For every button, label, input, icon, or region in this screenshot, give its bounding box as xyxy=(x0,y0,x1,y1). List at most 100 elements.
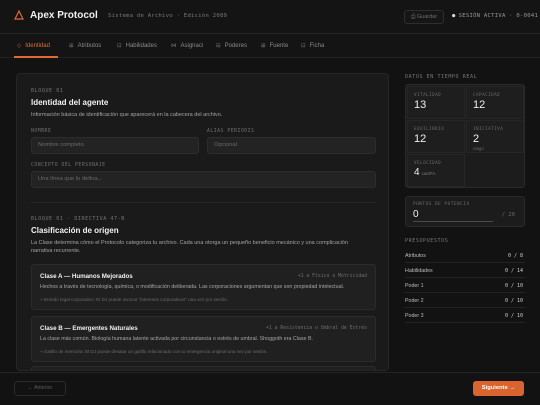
tab-identidad[interactable]: ◇ Identidad xyxy=(17,38,50,62)
section-label: BLOQUE 01 · DIRECTIVA 47-B xyxy=(31,216,125,222)
stat-value: 4 cas/FA xyxy=(414,167,436,178)
tab-label: Identidad xyxy=(25,43,50,49)
class-description: La clase más común. Biología humana late… xyxy=(40,336,313,342)
class-description: Hechos a través de tecnología, química, … xyxy=(40,284,345,290)
tab-habilidades[interactable]: ⊡ Habilidades xyxy=(117,38,157,62)
footer-bar: ← Anterior Siguiente → xyxy=(0,372,540,405)
budget-name: Habilidades xyxy=(405,268,433,274)
section-divider xyxy=(31,202,376,203)
stat-note: rango xyxy=(473,146,484,151)
identity-icon: ◇ xyxy=(17,43,22,49)
class-bonus: +1 a Físico o Motricidad xyxy=(297,274,367,279)
tab-asignaci[interactable]: ⋈ Asignaci xyxy=(171,38,203,62)
class-bonus: +1 a Resistencia o Umbral de Estrés xyxy=(265,326,367,331)
stat-label: EQUILIBRIO xyxy=(414,126,445,131)
potencia-value: 0 xyxy=(413,209,419,220)
tab-poderes[interactable]: ⊟ Poderes xyxy=(216,38,247,62)
section-title: Identidad del agente xyxy=(31,98,109,107)
class-option-card[interactable]: Clase A — Humanos Mejorados +1 a Físico … xyxy=(31,264,376,310)
alias-input[interactable]: Opcional xyxy=(207,137,376,154)
sheet-icon: ⊡ xyxy=(301,43,306,49)
stats-label: DATOS EN TIEMPO REAL xyxy=(405,74,478,80)
section-title: Clasificación de origen xyxy=(31,226,119,235)
app-subtitle: Sistema de Archivo · Edición 2089 xyxy=(108,13,228,19)
tab-label: Ficha xyxy=(309,43,325,49)
class-complication: + Enredo legal corporativo: El DJ puede … xyxy=(40,297,229,302)
stat-value: 2 xyxy=(473,133,480,145)
previous-button[interactable]: ← Anterior xyxy=(14,381,66,396)
budget-value: 0 / 10 xyxy=(504,313,523,319)
powers-icon: ⊟ xyxy=(216,43,221,49)
stat-unit: cas/FA xyxy=(421,171,436,176)
stat-label: INICIATIVA xyxy=(473,126,504,131)
tab-label: Fuente xyxy=(269,43,289,49)
stat-value: 12 xyxy=(414,133,427,145)
tab-fuente[interactable]: ⊞ Fuente xyxy=(261,38,288,62)
tab-label: Poderes xyxy=(224,43,247,49)
tab-ficha[interactable]: ⊡ Ficha xyxy=(301,38,324,62)
stat-label: VELOCIDAD xyxy=(414,160,442,165)
concepto-input[interactable]: Una línea que lo defina... xyxy=(31,171,376,188)
budgets-label: PRESUPUESTOS xyxy=(405,238,449,244)
budget-name: Poder 3 xyxy=(405,313,424,319)
budget-row: Poder 2 0 / 10 xyxy=(405,293,525,308)
session-label: SESIÓN ACTIVA · 0-0041 xyxy=(458,13,539,19)
potencia-max: / 20 xyxy=(501,212,515,218)
budget-value: 0 / 8 xyxy=(507,253,523,259)
class-title: Clase B — Emergentes Naturales xyxy=(40,325,138,332)
nombre-label: NOMBRE xyxy=(31,129,52,134)
potencia-label: PUNTOS DE POTENCIA xyxy=(413,202,470,207)
stat-value: 13 xyxy=(414,99,427,111)
budget-name: Atributos xyxy=(405,253,426,259)
class-option-card[interactable] xyxy=(31,366,376,370)
session-indicator-icon: ● xyxy=(452,13,456,19)
alias-label: ALIAS PERIODIS xyxy=(207,129,255,134)
skills-icon: ⊡ xyxy=(117,43,122,49)
budget-value: 0 / 14 xyxy=(504,268,523,274)
section-description: La Clase determina cómo el Protocolo cat… xyxy=(31,240,349,254)
budget-value: 0 / 10 xyxy=(504,298,523,304)
tab-label: Asignaci xyxy=(180,43,204,49)
stat-capacidad: CAPACIDAD 12 xyxy=(466,86,524,119)
app-header: Apex Protocol Sistema de Archivo · Edici… xyxy=(0,0,540,34)
section-description: Información básica de identificación que… xyxy=(31,112,223,118)
budget-row: Poder 1 0 / 10 xyxy=(405,278,525,293)
stat-velocidad: VELOCIDAD 4 cas/FA xyxy=(407,154,465,187)
class-title: Clase A — Humanos Mejorados xyxy=(40,273,133,280)
budget-name: Poder 2 xyxy=(405,298,424,304)
section-label: BLOQUE 01 xyxy=(31,88,64,94)
potencia-progress-track xyxy=(413,221,493,222)
class-complication: + Gatillo de memoria: El DJ puede desata… xyxy=(40,349,268,354)
active-tab-indicator xyxy=(14,56,58,58)
nombre-input[interactable]: Nombre completo xyxy=(31,137,199,154)
main-panel: BLOQUE 01 Identidad del agente Informaci… xyxy=(16,73,389,371)
session-status: ● SESIÓN ACTIVA · 0-0041 xyxy=(452,13,538,19)
next-button[interactable]: Siguiente → xyxy=(473,381,524,396)
assign-icon: ⋈ xyxy=(171,43,177,49)
tab-label: Habilidades xyxy=(125,43,157,49)
tab-bar: ◇ Identidad ⊞ Atributos ⊡ Habilidades ⋈ Asig… xyxy=(0,34,540,58)
concepto-label: CONCEPTO DEL PERSONAJE xyxy=(31,163,106,168)
budget-row: Habilidades 0 / 14 xyxy=(405,263,525,278)
stat-label: VITALIDAD xyxy=(414,92,442,97)
stat-equilibrio: EQUILIBRIO 12 xyxy=(407,120,465,153)
class-option-card[interactable]: Clase B — Emergentes Naturales +1 a Resi… xyxy=(31,316,376,362)
stat-value: 12 xyxy=(473,99,486,111)
budget-row: Atributos 0 / 8 xyxy=(405,248,525,263)
source-icon: ⊞ xyxy=(261,43,266,49)
tab-atributos[interactable]: ⊞ Atributos xyxy=(69,38,101,62)
budget-row: Poder 3 0 / 10 xyxy=(405,308,525,323)
budget-name: Poder 1 xyxy=(405,283,424,289)
attributes-icon: ⊞ xyxy=(69,43,74,49)
potencia-box: PUNTOS DE POTENCIA 0 / 20 xyxy=(405,196,525,227)
save-button[interactable]: ⎙ Guardar xyxy=(404,10,444,24)
app-title: Apex Protocol xyxy=(30,10,98,21)
save-icon: ⎙ xyxy=(410,14,416,20)
stats-grid: VITALIDAD 13 CAPACIDAD 12 EQUILIBRIO 12 … xyxy=(405,84,525,188)
save-button-label: Guardar xyxy=(416,14,438,20)
stat-number: 4 xyxy=(414,167,420,178)
triangle-logo-icon xyxy=(14,9,26,22)
stat-vitalidad: VITALIDAD 13 xyxy=(407,86,465,119)
budget-value: 0 / 10 xyxy=(504,283,523,289)
tab-label: Atributos xyxy=(77,43,102,49)
